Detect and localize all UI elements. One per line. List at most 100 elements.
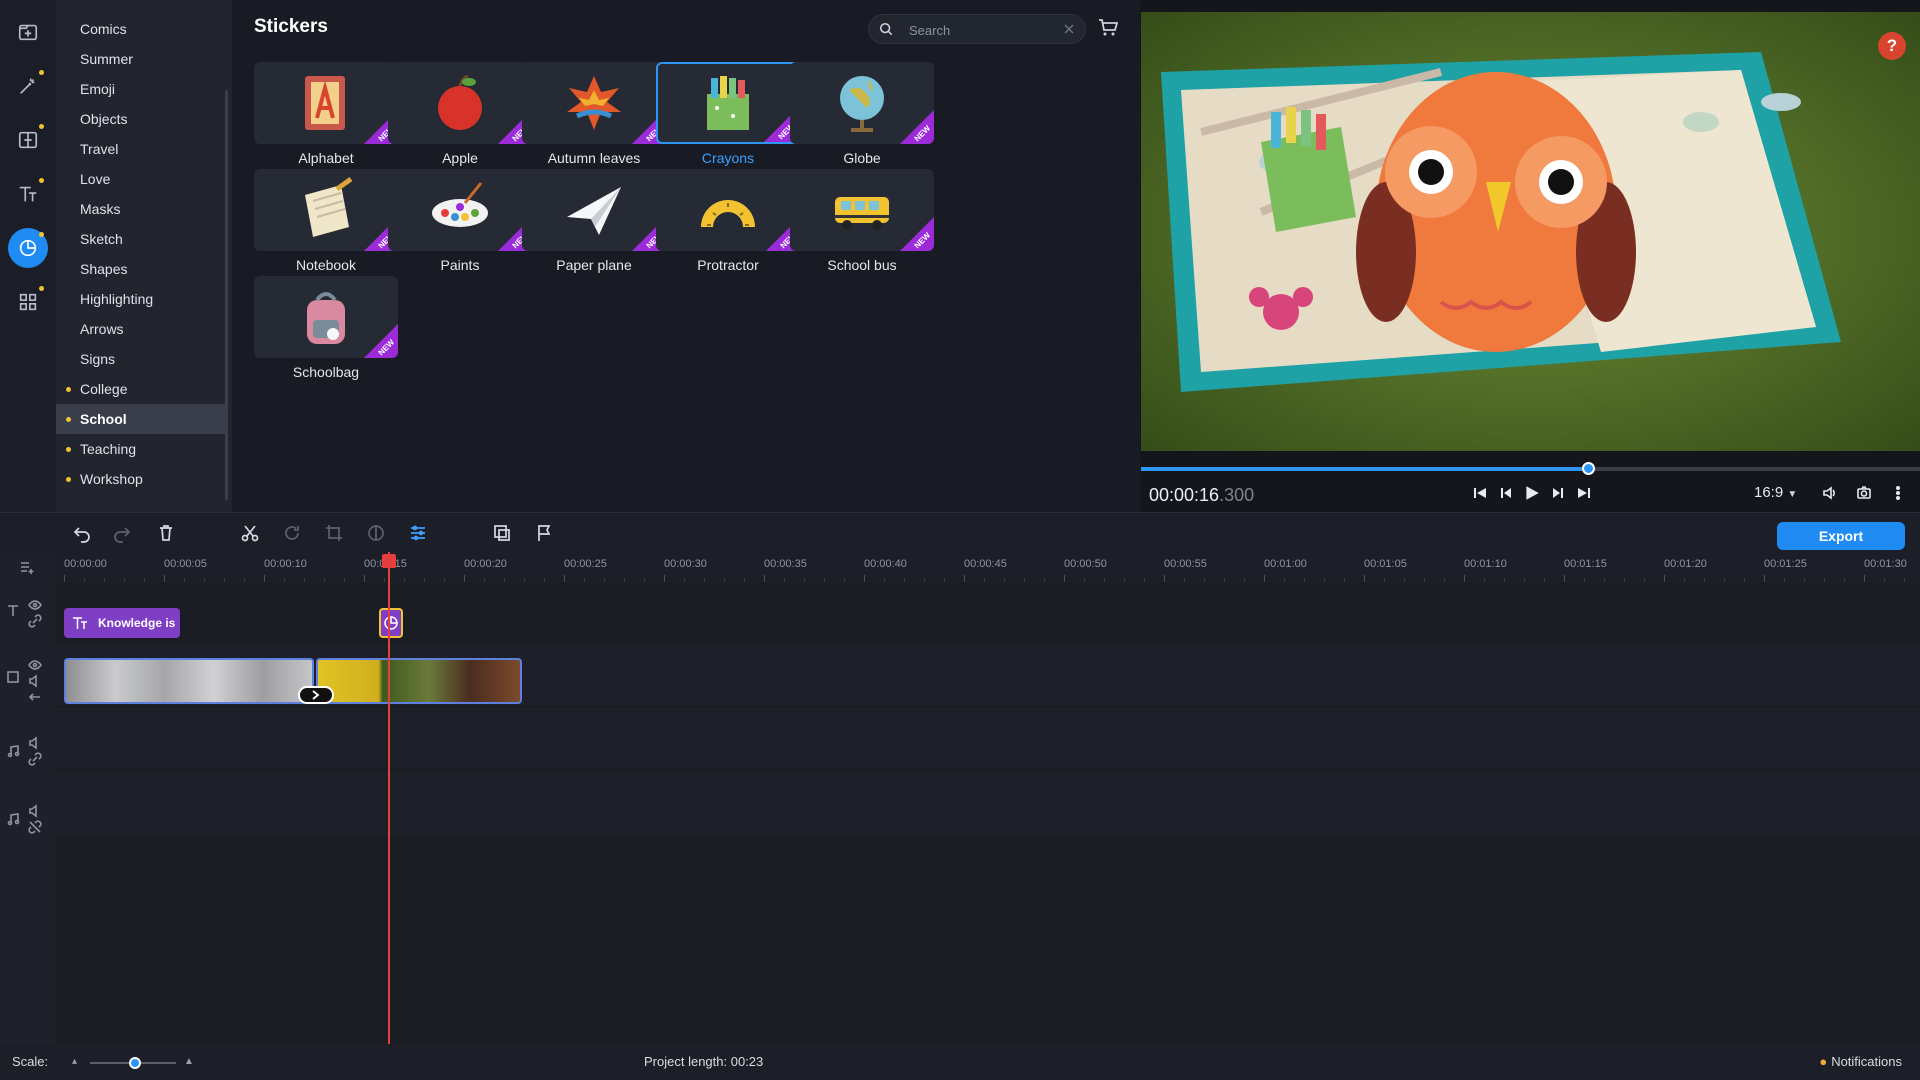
more-tools-icon[interactable]	[8, 282, 48, 322]
import-icon[interactable]	[8, 12, 48, 52]
scale-slider[interactable]: ▴ ▲	[72, 1056, 196, 1070]
ruler-minor-tick	[1784, 578, 1785, 582]
sticker-thumbnail: NEW	[522, 169, 666, 251]
sticker-tile[interactable]: NEW Crayons	[656, 62, 800, 182]
sticker-label: School bus	[827, 257, 897, 273]
stickers-icon[interactable]	[8, 228, 48, 268]
step-forward-icon[interactable]	[1548, 482, 1568, 504]
play-icon[interactable]	[1522, 482, 1542, 504]
video-clip-2[interactable]	[316, 658, 522, 704]
sticker-tile[interactable]: NEW Autumn leaves	[522, 62, 666, 182]
ruler-minor-tick	[1744, 578, 1745, 582]
category-item[interactable]: College	[56, 374, 232, 404]
category-label: Sketch	[80, 231, 123, 247]
category-item[interactable]: Emoji	[56, 74, 232, 104]
zoom-out-icon[interactable]: ▴	[72, 1056, 77, 1067]
link-icon[interactable]	[28, 752, 42, 766]
eye-icon[interactable]	[28, 658, 42, 672]
step-back-icon[interactable]	[1496, 482, 1516, 504]
category-item[interactable]: Comics	[56, 14, 232, 44]
clear-search-icon[interactable]	[1063, 23, 1075, 35]
scale-handle[interactable]	[128, 1057, 141, 1069]
sticker-clip[interactable]	[379, 608, 403, 638]
video-preview[interactable]: ?	[1141, 12, 1920, 451]
category-item[interactable]: School	[56, 404, 226, 434]
speaker-icon[interactable]	[28, 804, 42, 818]
sticker-tile[interactable]: NEW Schoolbag	[254, 276, 398, 396]
more-options-icon[interactable]	[1888, 482, 1908, 504]
sticker-tile[interactable]: NEW School bus	[790, 169, 934, 289]
ruler-minor-tick	[504, 578, 505, 582]
video-clip-1[interactable]	[64, 658, 314, 704]
aspect-ratio-select[interactable]: 16:9 ▼	[1754, 484, 1797, 501]
rotate-icon[interactable]	[282, 523, 304, 545]
ruler-minor-tick	[424, 578, 425, 582]
titles-icon[interactable]	[8, 174, 48, 214]
category-item[interactable]: Highlighting	[56, 284, 232, 314]
speaker-icon[interactable]	[28, 674, 42, 688]
sticker-tile[interactable]: NEW Paper plane	[522, 169, 666, 289]
delete-icon[interactable]	[156, 523, 178, 545]
ruler-minor-tick	[604, 578, 605, 582]
progress-handle[interactable]	[1582, 462, 1596, 475]
zoom-in-icon[interactable]: ▲	[184, 1056, 194, 1067]
tool-rail	[0, 0, 56, 512]
export-button[interactable]: Export	[1777, 522, 1905, 550]
sticker-tile[interactable]: NEW Globe	[790, 62, 934, 182]
category-item[interactable]: Arrows	[56, 314, 232, 344]
arrow-left-icon[interactable]	[28, 690, 42, 704]
title-clip[interactable]: Knowledge is	[64, 608, 180, 638]
ruler-minor-tick	[1404, 578, 1405, 582]
ruler-label: 00:00:10	[264, 558, 307, 570]
crop-icon[interactable]	[324, 523, 346, 545]
category-item[interactable]: Shapes	[56, 254, 232, 284]
magic-wand-icon[interactable]	[8, 66, 48, 106]
category-item[interactable]: Summer	[56, 44, 232, 74]
color-adjust-icon[interactable]	[366, 523, 388, 545]
snapshot-icon[interactable]	[1854, 482, 1874, 504]
sticker-tile[interactable]: NEW Apple	[388, 62, 532, 182]
speaker-icon[interactable]	[28, 736, 42, 750]
link-icon[interactable]	[28, 614, 42, 628]
category-item[interactable]: Masks	[56, 194, 232, 224]
sticker-tile[interactable]: NEW Paints	[388, 169, 532, 289]
ruler-minor-tick	[884, 578, 885, 582]
ruler-tick	[264, 575, 265, 582]
eye-icon[interactable]	[28, 598, 42, 612]
playback-progress[interactable]	[1141, 462, 1920, 475]
sticker-label: Crayons	[701, 150, 755, 166]
sticker-thumbnail: NEW	[254, 276, 398, 358]
category-item[interactable]: Love	[56, 164, 232, 194]
category-item[interactable]: Sketch	[56, 224, 232, 254]
transition-marker[interactable]	[298, 686, 334, 704]
overlay-icon[interactable]	[492, 523, 514, 545]
skip-to-end-icon[interactable]	[1574, 482, 1594, 504]
notifications-button[interactable]: ● Notifications	[1819, 1054, 1902, 1069]
add-track-icon[interactable]	[20, 560, 34, 574]
category-item[interactable]: Teaching	[56, 434, 232, 464]
skip-to-start-icon[interactable]	[1470, 482, 1490, 504]
sticker-tile[interactable]: NEW Notebook	[254, 169, 398, 289]
help-button[interactable]: ?	[1878, 32, 1906, 60]
transitions-icon[interactable]	[8, 120, 48, 160]
redo-icon[interactable]	[112, 523, 134, 545]
time-ruler[interactable]: 00:00:0000:00:0500:00:1000:00:1500:00:20…	[56, 552, 1920, 582]
category-item[interactable]: Signs	[56, 344, 232, 374]
marker-flag-icon[interactable]	[534, 523, 556, 545]
playhead-handle[interactable]	[382, 554, 396, 568]
apple-icon	[438, 74, 482, 130]
clip-properties-icon[interactable]	[408, 523, 430, 545]
sticker-tile[interactable]: NEW Protractor	[656, 169, 800, 289]
volume-icon[interactable]	[1820, 482, 1840, 504]
undo-icon[interactable]	[72, 523, 94, 545]
cart-icon[interactable]	[1096, 16, 1120, 40]
unlink-icon[interactable]	[28, 820, 42, 834]
sticker-tile[interactable]: NEW Alphabet	[254, 62, 398, 182]
category-item[interactable]: Travel	[56, 134, 232, 164]
ruler-minor-tick	[1244, 578, 1245, 582]
cut-icon[interactable]	[240, 523, 262, 545]
search-input[interactable]	[909, 20, 1059, 40]
category-item[interactable]: Workshop	[56, 464, 232, 494]
category-scrollbar[interactable]	[225, 90, 228, 500]
category-item[interactable]: Objects	[56, 104, 232, 134]
